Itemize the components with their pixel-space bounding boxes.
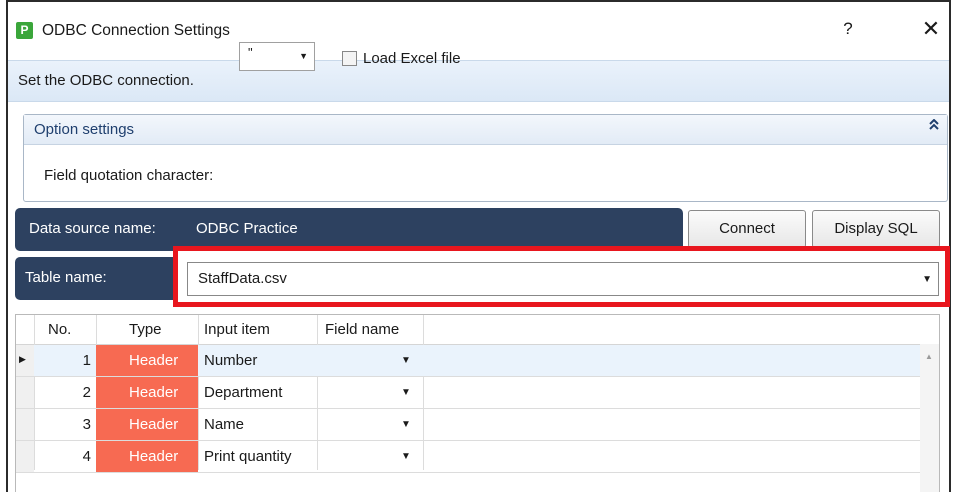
description-bar: Set the ODBC connection.	[8, 60, 949, 102]
column-header-input-item[interactable]: Input item	[204, 321, 270, 338]
type-text: Header	[129, 352, 179, 369]
option-settings-panel: Option settings Field quotation characte…	[23, 114, 948, 202]
column-header-field-name[interactable]: Field name	[325, 321, 399, 338]
help-button[interactable]: ?	[838, 19, 858, 39]
input-item-text: Name	[204, 416, 245, 433]
table-row[interactable]: 4 Header Print quantity ▼	[16, 441, 939, 473]
table-row[interactable]: 3 Header Name ▼	[16, 409, 939, 441]
field-name-dropdown-icon[interactable]: ▼	[401, 419, 411, 430]
color-cell	[96, 441, 121, 472]
color-cell	[96, 377, 121, 408]
field-quotation-label: Field quotation character:	[44, 167, 214, 184]
field-name-dropdown-icon[interactable]: ▼	[401, 355, 411, 366]
description-text: Set the ODBC connection.	[18, 72, 194, 89]
data-source-bar: Data source name: ODBC Practice	[15, 208, 683, 251]
type-cell: Header	[121, 345, 198, 376]
type-cell: Header	[121, 441, 198, 472]
table-name-value: StaffData.csv	[198, 270, 287, 287]
vertical-scrollbar[interactable]: ▲	[920, 344, 939, 492]
table-row[interactable]: 2 Header Department ▼	[16, 377, 939, 409]
table-name-label: Table name:	[25, 269, 107, 286]
dropdown-arrow-icon: ▼	[299, 51, 308, 61]
table-name-bar: Table name:	[15, 257, 178, 300]
window-title: ODBC Connection Settings	[42, 22, 230, 39]
grid-header: No. Type Input item Field name	[16, 315, 939, 345]
column-header-type[interactable]: Type	[129, 321, 162, 338]
option-settings-header[interactable]: Option settings	[24, 115, 947, 145]
type-cell: Header	[121, 377, 198, 408]
title-bar: P ODBC Connection Settings ? ✕	[8, 2, 949, 58]
input-item-text: Print quantity	[204, 448, 292, 465]
row-number: 1	[82, 352, 91, 369]
type-text: Header	[129, 448, 179, 465]
column-header-no[interactable]: No.	[48, 321, 71, 338]
data-source-value: ODBC Practice	[196, 220, 298, 237]
connect-button[interactable]: Connect	[688, 210, 806, 248]
field-name-dropdown-icon[interactable]: ▼	[401, 387, 411, 398]
option-settings-title: Option settings	[34, 121, 135, 138]
input-item-text: Department	[204, 384, 283, 401]
row-header[interactable]: ▶	[16, 345, 34, 376]
field-name-dropdown-icon[interactable]: ▼	[401, 451, 411, 462]
collapse-chevron-icon[interactable]	[929, 118, 939, 134]
close-button[interactable]: ✕	[918, 16, 944, 42]
data-source-label: Data source name:	[29, 220, 156, 237]
type-text: Header	[129, 416, 179, 433]
app-icon: P	[16, 22, 33, 39]
row-header[interactable]	[16, 409, 34, 440]
row-number: 4	[82, 448, 91, 465]
row-number: 2	[82, 384, 91, 401]
color-cell	[96, 409, 121, 440]
table-row[interactable]: ▶ 1 Header Number ▼	[16, 345, 939, 377]
row-header[interactable]	[16, 377, 34, 408]
display-sql-button[interactable]: Display SQL	[812, 210, 940, 248]
field-mapping-grid: No. Type Input item Field name ▶ 1 Heade…	[15, 314, 940, 492]
type-cell: Header	[121, 409, 198, 440]
load-excel-checkbox[interactable]	[342, 51, 357, 66]
load-excel-label[interactable]: Load Excel file	[363, 50, 461, 67]
table-name-select[interactable]: StaffData.csv ▼	[187, 262, 939, 296]
input-item-text: Number	[204, 352, 258, 369]
type-text: Header	[129, 384, 179, 401]
field-quotation-value: "	[248, 45, 253, 60]
row-header[interactable]	[16, 441, 34, 472]
row-number: 3	[82, 416, 91, 433]
current-row-arrow-icon: ▶	[19, 354, 26, 364]
dropdown-arrow-icon: ▼	[922, 274, 932, 285]
color-cell	[96, 345, 121, 376]
field-quotation-select[interactable]: " ▼	[239, 42, 315, 71]
scroll-up-icon[interactable]: ▲	[925, 352, 933, 361]
